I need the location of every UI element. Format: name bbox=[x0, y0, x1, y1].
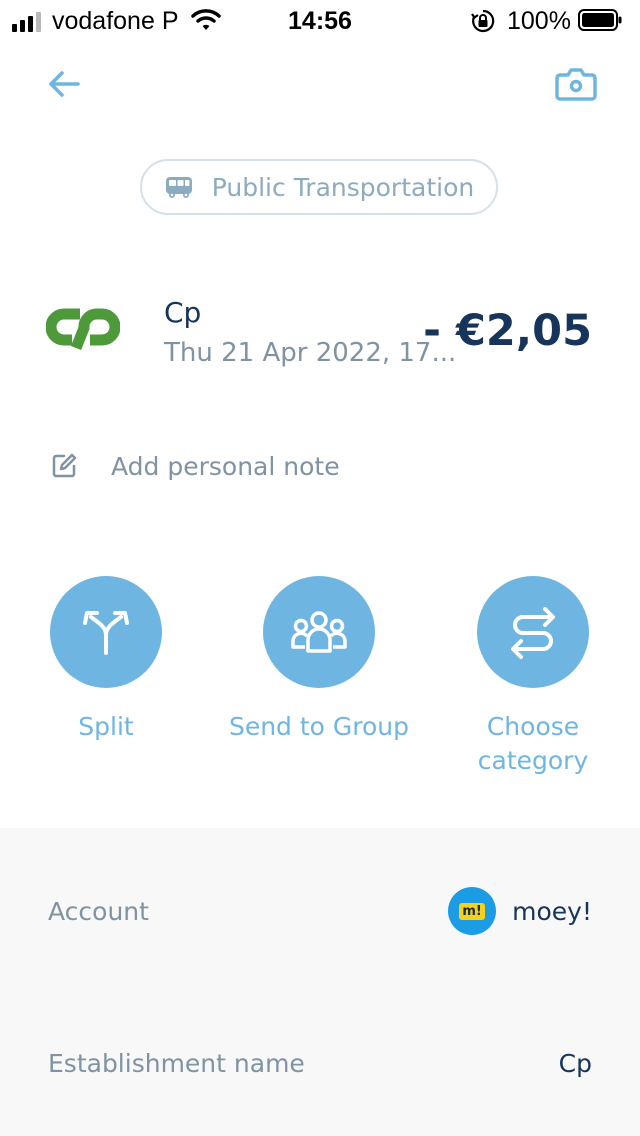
status-bar: vodafone P 14:56 100% bbox=[0, 0, 640, 42]
edit-icon bbox=[52, 453, 77, 478]
battery-percentage: 100% bbox=[507, 7, 571, 35]
cp-logo bbox=[46, 308, 120, 351]
split-label: Split bbox=[78, 712, 134, 741]
merchant-name: Cp bbox=[164, 296, 202, 329]
group-icon bbox=[291, 611, 347, 653]
camera-button[interactable] bbox=[554, 64, 598, 104]
send-to-group-label: Send to Group bbox=[228, 712, 410, 741]
account-label: Account bbox=[48, 896, 149, 926]
establishment-label: Establishment name bbox=[48, 1048, 305, 1078]
split-arrows-icon bbox=[83, 611, 129, 655]
account-value: m! moey! bbox=[448, 887, 592, 935]
account-row: Account m! moey! bbox=[48, 886, 592, 936]
moey-logo: m! bbox=[448, 887, 497, 935]
add-note-button[interactable]: Add personal note bbox=[50, 446, 340, 486]
rotation-lock-icon bbox=[471, 9, 495, 33]
send-to-group-circle bbox=[263, 576, 375, 688]
swap-arrows-icon bbox=[511, 607, 555, 659]
arrow-left-icon bbox=[49, 71, 80, 97]
battery-icon bbox=[578, 9, 622, 31]
establishment-value: Cp bbox=[558, 1048, 592, 1078]
choose-category-button[interactable]: Choose category bbox=[433, 576, 633, 778]
send-to-group-button[interactable]: Send to Group bbox=[219, 576, 419, 744]
split-button[interactable]: Split bbox=[6, 576, 206, 744]
category-label: Public Transportation bbox=[211, 172, 475, 202]
back-button[interactable] bbox=[44, 64, 84, 104]
account-name: moey! bbox=[512, 896, 592, 926]
add-note-label: Add personal note bbox=[111, 451, 340, 481]
choose-category-circle bbox=[477, 576, 589, 688]
split-circle bbox=[50, 576, 162, 688]
camera-icon bbox=[555, 68, 597, 101]
details-section: Account m! moey! Establishment name Cp bbox=[0, 828, 640, 1136]
transaction-amount: - €2,05 bbox=[423, 306, 592, 356]
transaction-date: Thu 21 Apr 2022, 17... bbox=[164, 338, 457, 368]
establishment-row: Establishment name Cp bbox=[48, 1038, 592, 1088]
bus-icon bbox=[165, 177, 192, 198]
choose-category-label: Choose category bbox=[477, 712, 589, 775]
category-chip[interactable]: Public Transportation bbox=[140, 159, 498, 215]
